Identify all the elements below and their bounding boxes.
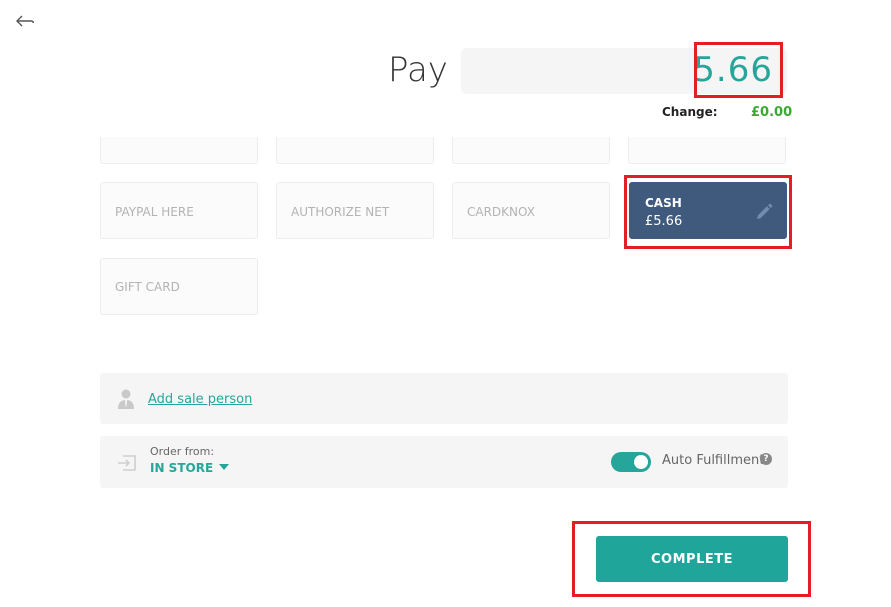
toggle-knob — [634, 455, 648, 469]
payment-tile[interactable] — [276, 137, 434, 164]
pay-amount-value: 5.66 — [693, 50, 773, 90]
payment-tile-gift-card[interactable]: GIFT CARD — [100, 258, 258, 315]
pay-amount-input[interactable]: 5.66 — [461, 48, 787, 94]
pay-title: Pay — [388, 50, 448, 90]
payment-tile-paypal-here[interactable]: PAYPAL HERE — [100, 182, 258, 239]
auto-fulfillment-toggle[interactable] — [611, 452, 651, 472]
add-sale-person-link[interactable]: Add sale person — [148, 392, 252, 407]
person-icon — [118, 389, 134, 409]
complete-button[interactable]: COMPLETE — [596, 536, 788, 582]
payment-tile-label: CARDKNOX — [467, 205, 535, 219]
payment-tile-cardknox[interactable]: CARDKNOX — [452, 182, 610, 239]
payment-tile-amount: £5.66 — [645, 214, 683, 229]
payment-tile[interactable] — [100, 137, 258, 164]
arrow-left-icon — [16, 15, 35, 27]
payment-tile-label: AUTHORIZE NET — [291, 205, 390, 219]
caret-down-icon — [219, 464, 230, 470]
payment-tile-label: PAYPAL HERE — [115, 205, 194, 219]
back-button[interactable] — [14, 10, 36, 30]
payment-tile-cash[interactable]: CASH £5.66 — [629, 182, 787, 239]
change-label: Change: — [662, 105, 718, 119]
help-icon[interactable]: ? — [760, 453, 772, 465]
sale-person-panel: Add sale person — [100, 373, 788, 424]
change-value: £0.00 — [751, 105, 793, 120]
payment-tile[interactable] — [628, 137, 786, 164]
payment-tile-label: GIFT CARD — [115, 280, 180, 294]
order-from-value: IN STORE — [150, 461, 214, 475]
payment-tile[interactable] — [452, 137, 610, 164]
auto-fulfillment-label: Auto Fulfillment — [662, 453, 765, 468]
sign-in-icon — [118, 455, 136, 471]
pencil-icon[interactable] — [754, 202, 774, 222]
order-panel: Order from: IN STORE Auto Fulfillment ? — [100, 436, 788, 488]
payment-tile-label: CASH — [645, 196, 682, 210]
order-from-dropdown[interactable]: IN STORE — [150, 461, 230, 475]
order-from-label: Order from: — [150, 445, 215, 458]
payment-tile-authorize-net[interactable]: AUTHORIZE NET — [276, 182, 434, 239]
